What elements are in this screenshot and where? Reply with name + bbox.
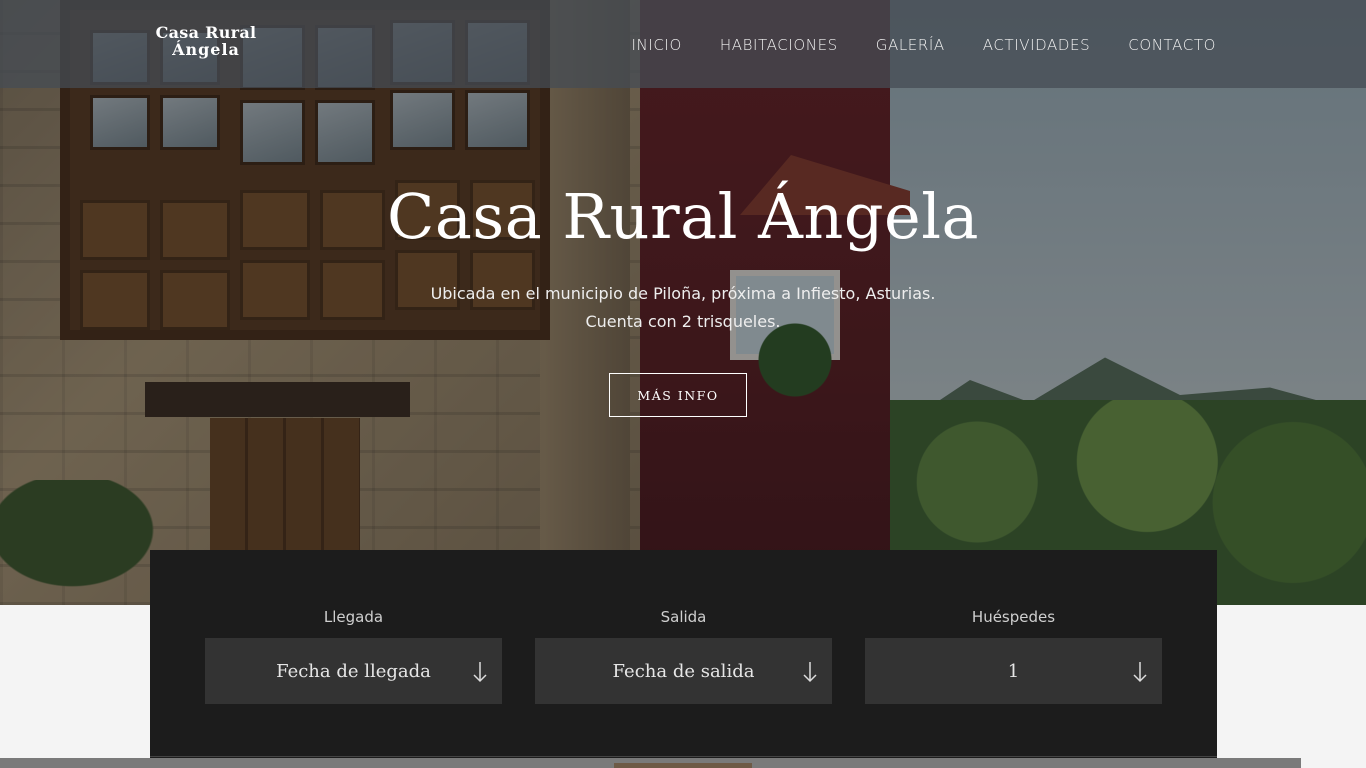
arrival-label: Llegada: [323, 608, 384, 626]
booking-divider: [150, 756, 1217, 757]
guests-value: 1: [1007, 660, 1020, 682]
booking-panel: Llegada Fecha de llegada Salida Fecha de…: [150, 550, 1217, 768]
logo-line-1: Casa Rural: [155, 23, 257, 42]
hero-subtitle-line-2: Cuenta con 2 trisqueles.: [585, 312, 781, 331]
nav-item-galeria[interactable]: GALERÍA: [876, 36, 945, 54]
guests-select[interactable]: 1: [865, 638, 1162, 704]
arrival-field: Llegada Fecha de llegada: [205, 608, 502, 704]
nav-item-habitaciones[interactable]: HABITACIONES: [720, 36, 838, 54]
arrow-down-icon: [803, 662, 817, 683]
nav-item-actividades[interactable]: ACTIVIDADES: [983, 36, 1090, 54]
more-info-button[interactable]: MÁS INFO: [609, 373, 747, 417]
hero-subtitle: Ubicada en el municipio de Piloña, próxi…: [0, 280, 1366, 336]
nav-item-inicio[interactable]: INICIO: [631, 36, 681, 54]
arrival-date-select[interactable]: Fecha de llegada: [205, 638, 502, 704]
search-button-edge[interactable]: [614, 763, 752, 768]
departure-field: Salida Fecha de salida: [535, 608, 832, 704]
hero-subtitle-line-1: Ubicada en el municipio de Piloña, próxi…: [430, 284, 936, 303]
guests-label: Huéspedes: [971, 608, 1056, 626]
departure-value: Fecha de salida: [612, 660, 755, 682]
arrow-down-icon: [473, 662, 487, 683]
hero-title: Casa Rural Ángela: [386, 180, 980, 253]
departure-date-select[interactable]: Fecha de salida: [535, 638, 832, 704]
nav-item-contacto[interactable]: CONTACTO: [1128, 36, 1216, 54]
guests-field: Huéspedes 1: [865, 608, 1162, 704]
site-logo[interactable]: Casa Rural Ángela: [150, 24, 262, 58]
arrow-down-icon: [1133, 662, 1147, 683]
main-menu: INICIO HABITACIONES GALERÍA ACTIVIDADES …: [631, 36, 1216, 54]
logo-line-2: Ángela: [172, 40, 240, 59]
arrival-value: Fecha de llegada: [276, 660, 431, 682]
departure-label: Salida: [660, 608, 707, 626]
top-navbar: Casa Rural Ángela INICIO HABITACIONES GA…: [0, 0, 1366, 88]
